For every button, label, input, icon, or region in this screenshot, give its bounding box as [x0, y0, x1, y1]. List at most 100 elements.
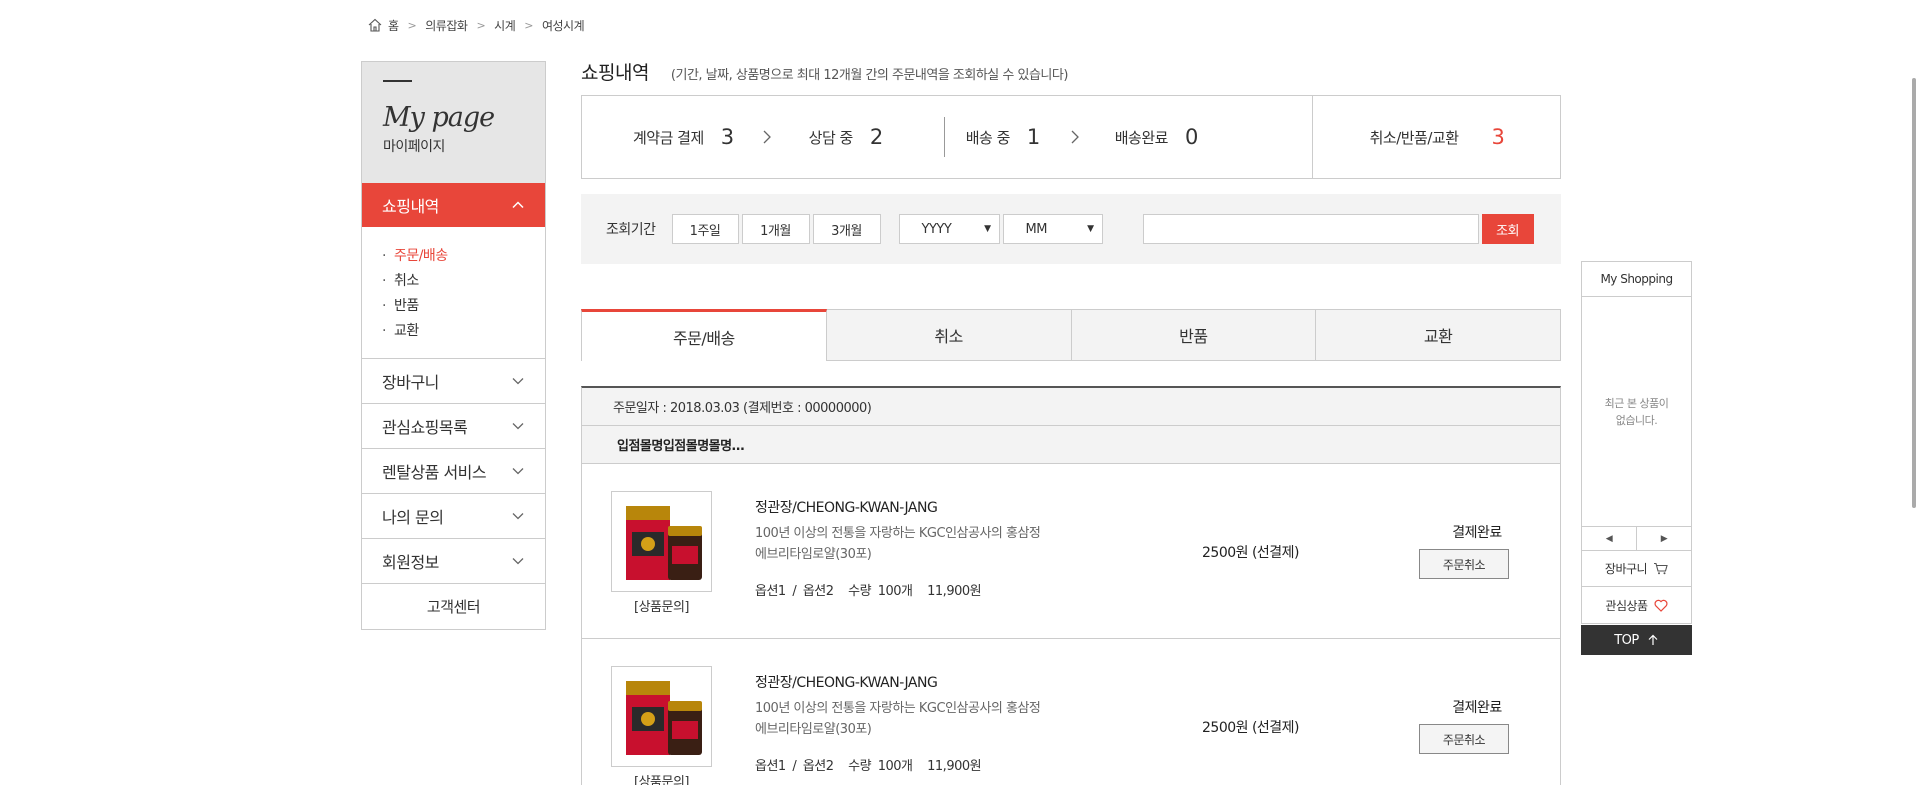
summary-count: 1 — [1026, 125, 1040, 149]
order-status: 결제완료 — [1452, 700, 1502, 716]
caret-down-icon: ▼ — [1087, 224, 1094, 234]
summary-label: 취소/반품/교환 — [1369, 128, 1459, 147]
chevron-right-icon — [763, 130, 771, 144]
product-quantity: 수량 100개 — [848, 759, 913, 774]
top-button-label: TOP — [1614, 632, 1639, 648]
product-price: 2500원 (선결제) — [1202, 544, 1300, 561]
sidebar-item-shopping-history[interactable]: 쇼핑내역 — [362, 183, 545, 227]
product-inquiry-link[interactable]: [상품문의] — [611, 596, 712, 615]
product-desc-line: 100년 이상의 전통을 자랑하는 KGC인삼공사의 홍삼정 — [755, 701, 1041, 716]
period-1month-button[interactable]: 1개월 — [741, 214, 810, 244]
submenu-item-order[interactable]: · 주문/배송 — [382, 244, 545, 269]
chevron-right-icon — [1071, 130, 1079, 144]
product-price: 2500원 (선결제) — [1202, 719, 1300, 736]
search-button[interactable]: 조회 — [1481, 214, 1534, 244]
order-cancel-button[interactable]: 주문취소 — [1419, 724, 1509, 754]
sidebar-item-member[interactable]: 회원정보 — [362, 539, 545, 584]
chevron-up-icon — [512, 201, 524, 209]
page-scrollbar[interactable] — [1912, 78, 1916, 508]
product-brand[interactable]: 정관장/CHEONG-KWAN-JANG — [755, 672, 938, 692]
store-name[interactable]: 입점몰명입점몰명몰명… — [582, 426, 1560, 464]
product-options: 옵션1 / 옵션2 수량 100개 11,900원 — [755, 580, 982, 599]
product-amount: 11,900원 — [927, 759, 982, 774]
product-desc-line: 에브리타임로얄(30포) — [755, 547, 872, 562]
sidebar-item-label: 회원정보 — [382, 553, 439, 572]
product-option: 옵션1 / 옵션2 — [755, 584, 834, 599]
summary-label: 배송 중 — [965, 128, 1011, 147]
summary-label: 배송완료 — [1114, 128, 1169, 147]
breadcrumb-current[interactable]: 여성시계 — [542, 17, 585, 34]
tab-order-delivery[interactable]: 주문/배송 — [581, 309, 827, 361]
summary-shipping[interactable]: 배송 중 1 — [965, 125, 1041, 149]
summary-consult[interactable]: 상담 중 2 — [809, 125, 884, 149]
product-quantity: 수량 100개 — [848, 584, 913, 599]
order-cancel-button[interactable]: 주문취소 — [1419, 549, 1509, 579]
tab-return[interactable]: 반품 — [1071, 309, 1317, 361]
sidebar-item-label: 장바구니 — [382, 373, 439, 392]
summary-count: 3 — [720, 125, 734, 149]
caret-down-icon: ▼ — [984, 224, 991, 234]
recent-products-nav: ◀ ▶ — [1582, 527, 1691, 551]
order-summary: 계약금 결제 3 상담 중 2 배송 중 1 배송완료 0 취소/반품/교환 3 — [581, 95, 1561, 179]
next-icon[interactable]: ▶ — [1637, 527, 1691, 550]
product-options: 옵션1 / 옵션2 수량 100개 11,900원 — [755, 755, 982, 774]
home-icon[interactable] — [368, 18, 382, 32]
breadcrumb-subcategory[interactable]: 시계 — [494, 17, 516, 34]
product-image[interactable] — [611, 491, 712, 592]
product-description: 100년 이상의 전통을 자랑하는 KGC인삼공사의 홍삼정 에브리타임로얄(3… — [755, 523, 1095, 565]
period-1week-button[interactable]: 1주일 — [671, 214, 739, 244]
mypage-title: My page — [383, 102, 495, 133]
empty-message-line: 없습니다. — [1615, 413, 1658, 427]
arrow-up-icon — [1648, 634, 1658, 645]
period-3month-button[interactable]: 3개월 — [812, 214, 881, 244]
quick-wishlist-link[interactable]: 관심상품 — [1582, 587, 1691, 623]
product-brand[interactable]: 정관장/CHEONG-KWAN-JANG — [755, 497, 938, 517]
cart-icon — [1654, 562, 1668, 575]
product-image[interactable] — [611, 666, 712, 767]
product-description: 100년 이상의 전통을 자랑하는 KGC인삼공사의 홍삼정 에브리타임로얄(3… — [755, 698, 1095, 740]
sidebar-item-rental[interactable]: 렌탈상품 서비스 — [362, 449, 545, 494]
sidebar-item-inquiry[interactable]: 나의 문의 — [362, 494, 545, 539]
quick-cart-link[interactable]: 장바구니 — [1582, 551, 1691, 587]
quick-panel-title: My Shopping — [1582, 262, 1691, 297]
sidebar-item-wishlist[interactable]: 관심쇼핑목록 — [362, 404, 545, 449]
header-bar — [383, 80, 412, 82]
submenu-item-exchange[interactable]: · 교환 — [382, 319, 545, 344]
top-button[interactable]: TOP — [1581, 625, 1692, 655]
sidebar-item-label: 관심쇼핑목록 — [382, 418, 468, 437]
tab-cancel[interactable]: 취소 — [826, 309, 1072, 361]
empty-message-line: 최근 본 상품이 — [1604, 396, 1669, 410]
sidebar: My page 마이페이지 쇼핑내역 · 주문/배송 · 취소 · 반품 · 교환 장바… — [361, 61, 546, 630]
sidebar-item-customer-center[interactable]: 고객센터 — [362, 584, 545, 629]
breadcrumb-category[interactable]: 의류잡화 — [425, 17, 468, 34]
search-input[interactable] — [1142, 214, 1479, 244]
sidebar-item-cart[interactable]: 장바구니 — [362, 359, 545, 404]
summary-delivered[interactable]: 배송완료 0 — [1114, 125, 1199, 149]
month-select[interactable]: MM ▼ — [1002, 214, 1103, 244]
submenu-item-return[interactable]: · 반품 — [382, 294, 545, 319]
year-select[interactable]: YYYY ▼ — [898, 214, 1000, 244]
summary-count: 2 — [869, 125, 883, 149]
heart-icon — [1654, 599, 1668, 612]
quick-wishlist-label: 관심상품 — [1605, 598, 1648, 613]
summary-divider — [943, 117, 945, 157]
breadcrumb-home[interactable]: 홈 — [388, 17, 399, 34]
order-tabs: 주문/배송 취소 반품 교환 — [581, 309, 1561, 361]
submenu-item-cancel[interactable]: · 취소 — [382, 269, 545, 294]
product-inquiry-link[interactable]: [상품문의] — [611, 771, 712, 785]
product-amount: 11,900원 — [927, 584, 982, 599]
tab-exchange[interactable]: 교환 — [1316, 309, 1561, 361]
summary-deposit[interactable]: 계약금 결제 3 — [633, 125, 734, 149]
summary-cancel-return-exchange[interactable]: 취소/반품/교환 3 — [1312, 96, 1561, 178]
chevron-right-icon: > — [476, 18, 486, 32]
breadcrumb: 홈 > 의류잡화 > 시계 > 여성시계 — [368, 16, 585, 34]
order-date-line: 주문일자 : 2018.03.03 (결제번호 : 00000000) — [582, 388, 1560, 426]
chevron-right-icon: > — [407, 18, 417, 32]
product-desc-line: 에브리타임로얄(30포) — [755, 722, 872, 737]
prev-icon[interactable]: ◀ — [1582, 527, 1637, 550]
summary-label: 계약금 결제 — [633, 128, 704, 147]
chevron-down-icon — [512, 378, 524, 385]
summary-count: 3 — [1491, 125, 1505, 149]
filter-label: 조회기간 — [606, 222, 656, 238]
order-status: 결제완료 — [1452, 525, 1502, 541]
